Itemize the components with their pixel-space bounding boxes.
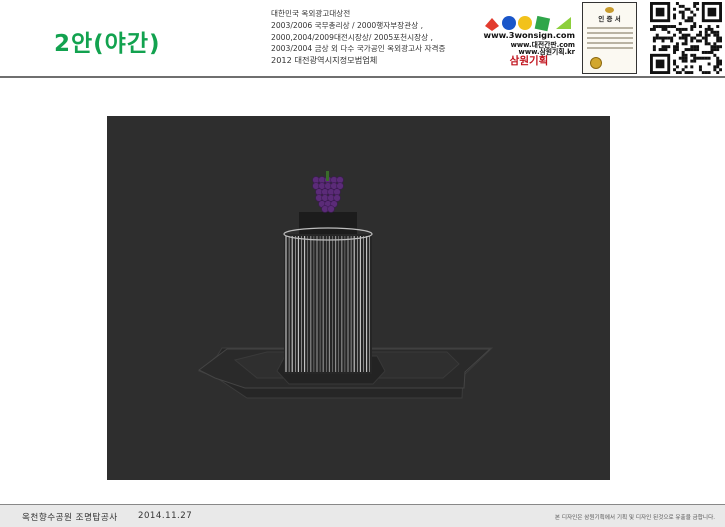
header-divider xyxy=(0,76,725,78)
award-line: 대한민국 옥외광고대상전 xyxy=(271,9,351,18)
light-cylinder xyxy=(284,234,372,374)
qr-code-icon xyxy=(650,2,722,74)
certificate-title: 인 증 서 xyxy=(598,15,621,23)
certificate-image: 인 증 서 xyxy=(582,2,637,74)
awards-list: 대한민국 옥외광고대상전 2003/2006 국무총리상 / 2000행자부장관… xyxy=(271,8,481,67)
award-line: 2003/2006 국무총리상 / 2000행자부장관상 , xyxy=(271,20,424,30)
grape-sculpture xyxy=(312,176,344,213)
header: 2안(야간) 대한민국 옥외광고대상전 2003/2006 국무총리상 / 20… xyxy=(0,0,725,76)
project-date: 2014.11.27 xyxy=(138,511,193,521)
certificate-text-lines xyxy=(587,27,633,52)
top-collar-body xyxy=(299,212,357,234)
grape xyxy=(327,205,335,213)
grape-stem xyxy=(326,171,329,181)
render-panel xyxy=(107,116,610,480)
award-line: 2000,2004/2009대전시장상/ 2005포천시장상 , xyxy=(271,32,433,42)
gold-stamp-icon xyxy=(590,57,602,69)
footer: 옥천향수공원 조명탑공사 2014.11.27 본 디자인은 삼원기획에서 기획… xyxy=(0,505,725,527)
award-line: 2012 대전광역시지정모범업체 xyxy=(271,55,378,66)
page-title: 2안(야간) xyxy=(54,31,161,57)
award-line: 2003/2004 금상 외 다수 국가공인 옥외광고사 자격증 xyxy=(271,44,446,54)
brand-logo: www.3wonsign.com www.대전간판.com www.삼원기획.k… xyxy=(483,8,575,70)
brand-name: 삼원기획 xyxy=(509,55,549,67)
copyright-notice: 본 디자인은 삼원기획에서 기획 및 디자인 된것으로 유출을 금합니다. xyxy=(554,515,715,521)
fountain-night-render xyxy=(198,171,494,399)
project-name: 옥천향수공원 조명탑공사 xyxy=(22,513,118,523)
